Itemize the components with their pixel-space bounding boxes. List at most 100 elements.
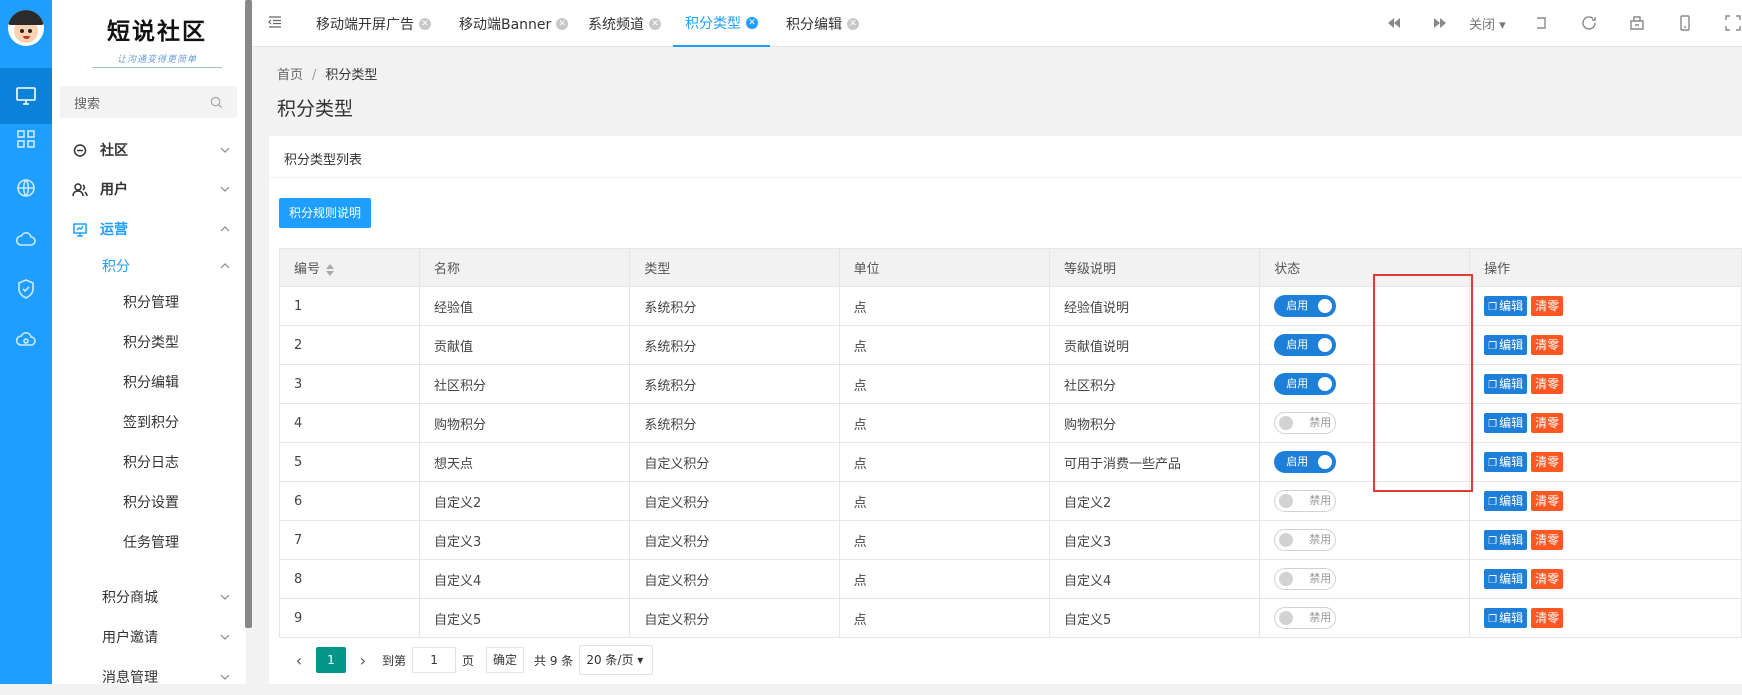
goto-page-input[interactable]: 1 (412, 647, 457, 673)
tab-points-edit[interactable]: 积分编辑 ✕ (786, 0, 859, 47)
menu-community[interactable]: 社区 (52, 132, 246, 168)
rail-grid-button[interactable] (0, 111, 52, 167)
edit-button[interactable]: 编辑 (1484, 530, 1528, 550)
rail-cloud-button[interactable] (0, 211, 52, 267)
cell-id: 4 (278, 403, 421, 443)
cell-unit: 点 (838, 403, 1050, 443)
switch-knob (1279, 494, 1294, 508)
chevron-up-icon (220, 263, 230, 269)
col-id[interactable]: 编号 (278, 248, 421, 287)
submenu-user-invite[interactable]: 用户邀请 (52, 619, 246, 655)
scroll-right-icon[interactable] (1431, 14, 1449, 32)
clear-button[interactable]: 清零 (1531, 296, 1564, 316)
goto-confirm-button[interactable]: 确定 (486, 647, 525, 673)
edit-button[interactable]: 编辑 (1484, 608, 1528, 628)
status-switch[interactable]: 禁用 (1274, 529, 1337, 551)
tab-bar: 移动端开屏广告 ✕ 移动端Banner ✕ 系统频道 ✕ 积分类型 ✕ 积分编辑 ✕ 关闭… (252, 0, 1742, 47)
clear-button[interactable]: 清零 (1531, 491, 1564, 511)
col-unit: 单位 (838, 248, 1050, 287)
edit-button[interactable]: 编辑 (1484, 296, 1528, 316)
status-switch[interactable]: 禁用 (1274, 490, 1337, 512)
cell-type: 自定义积分 (629, 442, 840, 482)
cell-actions: 编辑清零 (1469, 286, 1742, 326)
status-switch[interactable]: 禁用 (1274, 412, 1337, 434)
leaf-points-log[interactable]: 积分日志 (52, 444, 246, 480)
menu-users[interactable]: 用户 (52, 171, 246, 207)
clear-button[interactable]: 清零 (1531, 374, 1564, 394)
edit-button[interactable]: 编辑 (1484, 335, 1528, 355)
chat-icon (73, 144, 87, 157)
scroll-left-icon[interactable] (1385, 14, 1403, 32)
tab-close-icon[interactable]: ✕ (746, 16, 758, 29)
refresh-icon[interactable] (1580, 14, 1598, 32)
edit-button[interactable]: 编辑 (1484, 452, 1528, 472)
menu-operation[interactable]: 运营 (52, 211, 246, 247)
tab-close-icon[interactable]: ✕ (649, 17, 661, 30)
rail-globe-button[interactable] (0, 160, 52, 216)
breadcrumb-home[interactable]: 首页 (277, 68, 303, 83)
leaf-label: 积分管理 (123, 295, 179, 311)
mobile-preview-icon[interactable] (1676, 14, 1694, 32)
page-size-select[interactable]: 20 条/页 ▾ (579, 645, 654, 675)
tab-close-icon[interactable]: ✕ (847, 17, 859, 30)
back-icon[interactable] (1532, 14, 1550, 32)
menu-label: 用户 (100, 182, 128, 198)
avatar[interactable] (8, 10, 44, 46)
leaf-points-type[interactable]: 积分类型 (52, 324, 246, 360)
next-page-icon[interactable]: › (350, 651, 376, 670)
cell-level-desc: 经验值说明 (1048, 286, 1261, 326)
clear-button[interactable]: 清零 (1531, 335, 1564, 355)
fullscreen-icon[interactable] (1724, 14, 1742, 32)
edit-button[interactable]: 编辑 (1484, 569, 1528, 589)
collapse-menu-icon[interactable] (268, 16, 282, 28)
sidebar-search[interactable]: 搜索 (60, 86, 237, 118)
tab-points-type[interactable]: 积分类型 ✕ (673, 0, 770, 47)
status-switch[interactable]: 启用 (1274, 373, 1337, 395)
col-label: 单位 (853, 262, 880, 277)
submenu-message-manage[interactable]: 消息管理 (52, 659, 246, 695)
cell-level-desc: 社区积分 (1048, 364, 1261, 404)
leaf-points-edit[interactable]: 积分编辑 (52, 364, 246, 400)
sidebar-scrollbar[interactable] (245, 0, 252, 628)
leaf-points-manage[interactable]: 积分管理 (52, 284, 246, 320)
submenu-label: 消息管理 (102, 670, 158, 686)
status-switch[interactable]: 启用 (1274, 295, 1337, 317)
tab-system-channel[interactable]: 系统频道 ✕ (588, 0, 661, 47)
cell-id: 6 (278, 481, 421, 521)
status-switch[interactable]: 禁用 (1274, 568, 1337, 590)
cell-id: 8 (278, 559, 421, 599)
points-rule-button[interactable]: 积分规则说明 (279, 198, 372, 228)
tab-close-icon[interactable]: ✕ (419, 17, 431, 30)
status-switch[interactable]: 启用 (1274, 451, 1337, 473)
leaf-task-manage[interactable]: 任务管理 (52, 524, 246, 560)
edit-button[interactable]: 编辑 (1484, 413, 1528, 433)
status-switch-label: 禁用 (1309, 611, 1332, 624)
leaf-points-settings[interactable]: 积分设置 (52, 484, 246, 520)
clear-cache-icon[interactable] (1628, 14, 1646, 32)
status-switch-label: 禁用 (1309, 494, 1332, 507)
status-switch[interactable]: 禁用 (1274, 607, 1337, 629)
tab-close-icon[interactable]: ✕ (556, 17, 569, 30)
submenu-points-mall[interactable]: 积分商城 (52, 579, 246, 615)
leaf-checkin-points[interactable]: 签到积分 (52, 404, 246, 440)
tab-mobile-splash-ad[interactable]: 移动端开屏广告 ✕ (316, 0, 431, 47)
clear-button[interactable]: 清零 (1531, 608, 1564, 628)
page-number-current[interactable]: 1 (316, 647, 346, 673)
cell-unit: 点 (838, 481, 1050, 521)
close-tabs-dropdown[interactable]: 关闭 ▾ (1469, 14, 1506, 33)
rail-shield-button[interactable] (0, 261, 52, 317)
prev-page-icon[interactable]: ‹ (286, 651, 312, 670)
search-icon[interactable] (210, 96, 223, 109)
edit-button[interactable]: 编辑 (1484, 491, 1528, 511)
cell-unit: 点 (838, 559, 1050, 599)
clear-button[interactable]: 清零 (1531, 452, 1564, 472)
clear-button[interactable]: 清零 (1531, 530, 1564, 550)
status-switch[interactable]: 启用 (1274, 334, 1337, 356)
tab-mobile-banner[interactable]: 移动端Banner ✕ (459, 0, 569, 47)
submenu-points[interactable]: 积分 (52, 248, 246, 284)
clear-button[interactable]: 清零 (1531, 569, 1564, 589)
sort-icon[interactable] (326, 263, 335, 276)
clear-button[interactable]: 清零 (1531, 413, 1564, 433)
edit-button[interactable]: 编辑 (1484, 374, 1528, 394)
rail-cloud-sync-button[interactable] (0, 312, 52, 368)
